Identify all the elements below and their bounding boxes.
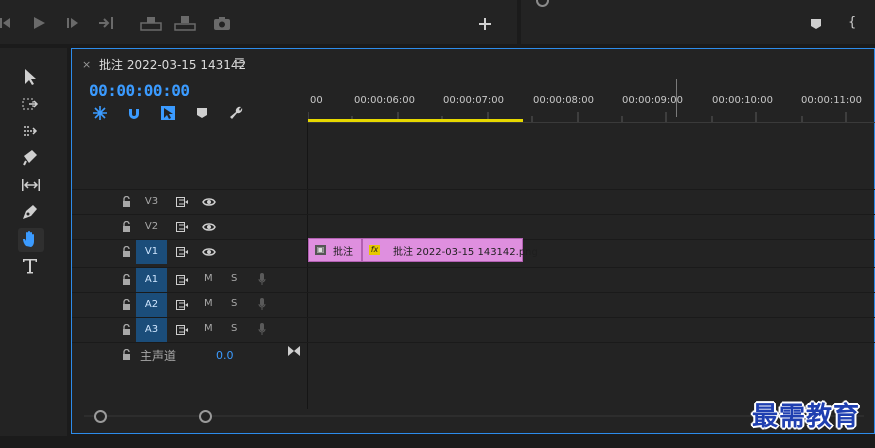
sync-lock-icon[interactable] [176,247,188,257]
master-track-label: 主声道 [140,349,177,363]
export-frame-icon[interactable] [213,14,231,32]
track-a3: A3 M S [72,317,875,343]
panel-menu-icon[interactable]: ☰ [234,56,245,70]
in-out-brace-icon[interactable]: { [848,15,856,30]
track-name[interactable]: V2 [136,215,167,239]
type-tool-icon[interactable] [18,255,44,279]
solo-button[interactable]: S [231,323,237,334]
lock-icon[interactable] [122,246,131,257]
eye-icon[interactable] [202,222,216,232]
master-volume-value[interactable]: 0.0 [216,349,234,362]
step-back-icon[interactable] [0,14,18,32]
lock-icon[interactable] [122,196,131,207]
lock-icon[interactable] [122,324,131,335]
marker-icon[interactable] [810,18,822,30]
scroll-handle-left[interactable] [94,410,107,423]
slip-tool-icon[interactable] [18,174,44,198]
track-name[interactable]: A3 [136,318,167,342]
mute-button[interactable]: M [204,298,213,309]
ruler-tick-label: 00:00:06:00 [354,95,416,106]
fx-badge-icon: ▣ [315,245,326,255]
clip-png[interactable]: fx 批注 2022-03-15 143142.png [362,238,538,262]
ruler-tick-label: 00:00:07:00 [443,95,505,106]
clip-label: 批注 [333,247,353,258]
track-master [72,342,875,367]
solo-button[interactable]: S [231,273,237,284]
lock-icon[interactable] [122,299,131,310]
ruler-tick-label: 00:00:10:00 [712,95,774,106]
selection-tool-icon[interactable] [18,66,44,90]
snap-magnet-icon[interactable] [126,105,142,121]
pen-tool-icon[interactable] [18,201,44,225]
time-ruler[interactable]: 00 00:00:06:00 00:00:07:00 00:00:08:00 0… [308,79,875,123]
add-marker-icon[interactable] [196,107,212,123]
sequence-tab[interactable]: 批注 2022-03-15 143142 [99,56,246,73]
track-v3: V3 [72,189,875,215]
mute-button[interactable]: M [204,323,213,334]
sync-lock-icon[interactable] [176,300,188,310]
timeline-panel: × 批注 2022-03-15 143142 ☰ 00:00:00:00 00 [71,48,875,434]
eye-icon[interactable] [202,247,216,257]
track-name[interactable]: V3 [136,190,167,214]
track-name[interactable]: A2 [136,293,167,317]
track-a2: A2 M S [72,292,875,318]
lock-icon[interactable] [122,349,131,360]
program-monitor-controls [0,0,517,44]
track-select-tool-icon[interactable] [18,93,44,117]
close-tab-icon[interactable]: × [82,58,91,71]
track-a1: A1 M S [72,267,875,293]
microphone-icon[interactable] [258,272,266,286]
lock-icon[interactable] [122,221,131,232]
track-v2: V2 [72,214,875,240]
track-name[interactable]: V1 [136,240,167,264]
watermark-text: 最需教育 [752,402,861,432]
mute-button[interactable]: M [204,273,213,284]
ruler-tick-label: 00 [310,95,323,106]
add-button-icon[interactable] [478,17,496,35]
extract-icon[interactable] [174,14,196,32]
hand-tool-icon[interactable] [18,228,44,252]
zoom-scroll-handle[interactable] [536,0,549,7]
ruler-divider [308,122,875,123]
microphone-icon[interactable] [258,297,266,311]
source-monitor-controls: { [521,0,875,44]
sync-lock-icon[interactable] [176,197,188,207]
ruler-tick-label: 00:00:08:00 [533,95,595,106]
tools-panel [0,48,67,436]
eye-icon[interactable] [202,197,216,207]
snap-nest-icon[interactable] [92,105,108,121]
playhead-timecode[interactable]: 00:00:00:00 [89,81,190,100]
playhead[interactable] [676,79,677,117]
go-to-out-icon[interactable] [98,14,116,32]
track-name[interactable]: A1 [136,268,167,292]
solo-button[interactable]: S [231,298,237,309]
sync-lock-icon[interactable] [176,222,188,232]
razor-tool-icon[interactable] [18,147,44,171]
ruler-tick-label: 00:00:09:00 [622,95,684,106]
sync-lock-icon[interactable] [176,325,188,335]
step-forward-icon[interactable] [64,14,82,32]
timeline-settings-wrench-icon[interactable] [228,105,244,121]
clip-label: 批注 2022-03-15 143142.png [393,247,538,258]
fx-badge-icon: fx [369,245,380,255]
clip-annotation[interactable]: ▣ 批注 [308,238,362,262]
zoom-scrollbar[interactable] [84,407,864,425]
lift-icon[interactable] [140,14,162,32]
lock-icon[interactable] [122,274,131,285]
play-icon[interactable] [30,14,48,32]
microphone-icon[interactable] [258,322,266,336]
sync-lock-icon[interactable] [176,275,188,285]
master-bowtie-icon[interactable] [288,346,300,356]
ripple-edit-tool-icon[interactable] [18,120,44,144]
ruler-tick-label: 00:00:11:00 [801,95,863,106]
linked-selection-icon[interactable] [160,105,176,121]
scroll-handle-right[interactable] [199,410,212,423]
